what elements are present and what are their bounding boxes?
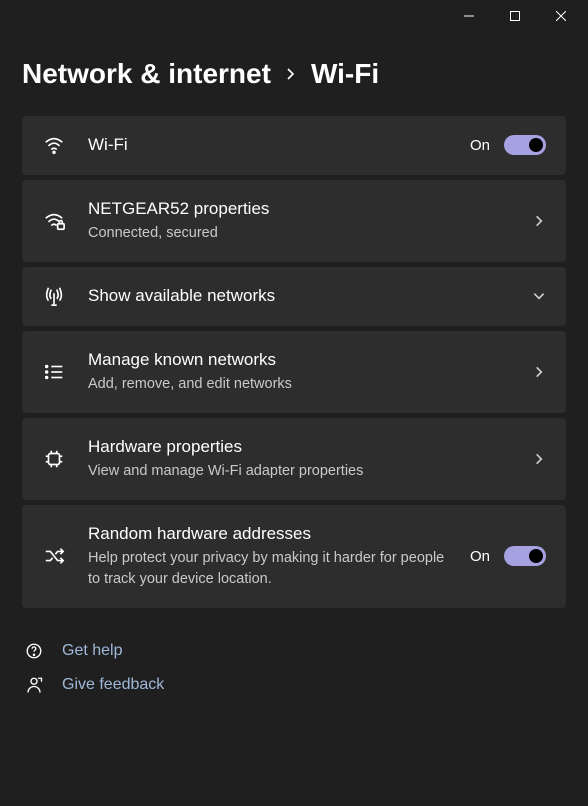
chevron-right-icon bbox=[285, 63, 297, 86]
random-mac-title: Random hardware addresses bbox=[88, 523, 448, 546]
help-icon bbox=[24, 642, 44, 660]
chip-icon bbox=[42, 448, 66, 470]
feedback-label: Give feedback bbox=[62, 676, 164, 694]
shuffle-icon bbox=[42, 545, 66, 567]
known-networks-card[interactable]: Manage known networks Add, remove, and e… bbox=[22, 331, 566, 413]
chevron-right-icon bbox=[532, 452, 546, 466]
connection-properties-card[interactable]: NETGEAR52 properties Connected, secured bbox=[22, 180, 566, 262]
feedback-icon bbox=[24, 676, 44, 694]
hardware-properties-card[interactable]: Hardware properties View and manage Wi-F… bbox=[22, 418, 566, 500]
available-networks-card[interactable]: Show available networks bbox=[22, 267, 566, 326]
chevron-right-icon bbox=[532, 365, 546, 379]
connection-status: Connected, secured bbox=[88, 223, 510, 244]
breadcrumb: Network & internet Wi-Fi bbox=[22, 44, 566, 90]
known-networks-sub: Add, remove, and edit networks bbox=[88, 374, 510, 395]
get-help-label: Get help bbox=[62, 642, 122, 660]
wifi-toggle-card[interactable]: Wi-Fi On bbox=[22, 116, 566, 175]
breadcrumb-current: Wi-Fi bbox=[311, 58, 379, 90]
page-content: Network & internet Wi-Fi Wi-Fi On NETGEA… bbox=[0, 32, 588, 694]
random-mac-toggle[interactable] bbox=[504, 546, 546, 566]
random-mac-state: On bbox=[470, 548, 490, 565]
close-button[interactable] bbox=[538, 0, 584, 32]
get-help-link[interactable]: Get help bbox=[24, 642, 566, 660]
hardware-title: Hardware properties bbox=[88, 436, 510, 459]
help-links: Get help Give feedback bbox=[22, 642, 566, 694]
wifi-toggle-switch[interactable] bbox=[504, 135, 546, 155]
wifi-secured-icon bbox=[42, 210, 66, 232]
wifi-icon bbox=[42, 134, 66, 156]
chevron-right-icon bbox=[532, 214, 546, 228]
wifi-toggle-state: On bbox=[470, 137, 490, 154]
chevron-down-icon bbox=[532, 289, 546, 303]
random-mac-card[interactable]: Random hardware addresses Help protect y… bbox=[22, 505, 566, 608]
available-networks-title: Show available networks bbox=[88, 285, 510, 308]
hardware-sub: View and manage Wi-Fi adapter properties bbox=[88, 461, 510, 482]
list-icon bbox=[42, 361, 66, 383]
maximize-button[interactable] bbox=[492, 0, 538, 32]
breadcrumb-parent[interactable]: Network & internet bbox=[22, 58, 271, 90]
antenna-icon bbox=[42, 285, 66, 307]
connection-title: NETGEAR52 properties bbox=[88, 198, 510, 221]
feedback-link[interactable]: Give feedback bbox=[24, 676, 566, 694]
titlebar bbox=[0, 0, 588, 32]
random-mac-sub: Help protect your privacy by making it h… bbox=[88, 548, 448, 590]
wifi-toggle-title: Wi-Fi bbox=[88, 134, 448, 157]
known-networks-title: Manage known networks bbox=[88, 349, 510, 372]
minimize-button[interactable] bbox=[446, 0, 492, 32]
